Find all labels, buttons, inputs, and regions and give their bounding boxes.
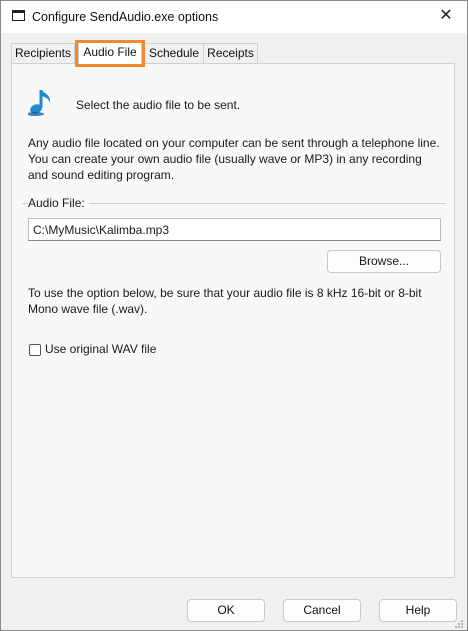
tab-receipts[interactable]: Receipts (203, 43, 258, 63)
use-original-wav-label[interactable]: Use original WAV file (45, 342, 156, 356)
audio-file-panel: Select the audio file to be sent. Any au… (11, 63, 455, 578)
ok-button[interactable]: OK (187, 599, 265, 622)
dialog-window: Configure SendAudio.exe options ✕ Recipi… (0, 0, 468, 631)
resize-grip-icon[interactable] (454, 619, 464, 629)
panel-description: Any audio file located on your computer … (28, 136, 440, 182)
browse-button[interactable]: Browse... (327, 250, 441, 273)
tab-audio-file[interactable]: Audio File (78, 42, 142, 64)
help-button[interactable]: Help (379, 599, 457, 622)
audio-file-path-input[interactable]: C:\MyMusic\Kalimba.mp3 (28, 218, 441, 241)
tab-schedule[interactable]: Schedule (144, 43, 204, 63)
cancel-button[interactable]: Cancel (283, 599, 361, 622)
window-title: Configure SendAudio.exe options (32, 10, 219, 24)
window-icon (12, 10, 25, 21)
music-note-icon (28, 90, 51, 116)
close-button[interactable]: ✕ (431, 5, 461, 29)
audio-file-group-label: Audio File: (28, 196, 89, 210)
use-original-wav-checkbox[interactable] (29, 344, 41, 356)
wav-format-note: To use the option below, be sure that yo… (28, 286, 422, 316)
title-bar: Configure SendAudio.exe options ✕ (1, 1, 467, 33)
tab-recipients[interactable]: Recipients (11, 43, 75, 63)
panel-headline: Select the audio file to be sent. (76, 98, 241, 112)
